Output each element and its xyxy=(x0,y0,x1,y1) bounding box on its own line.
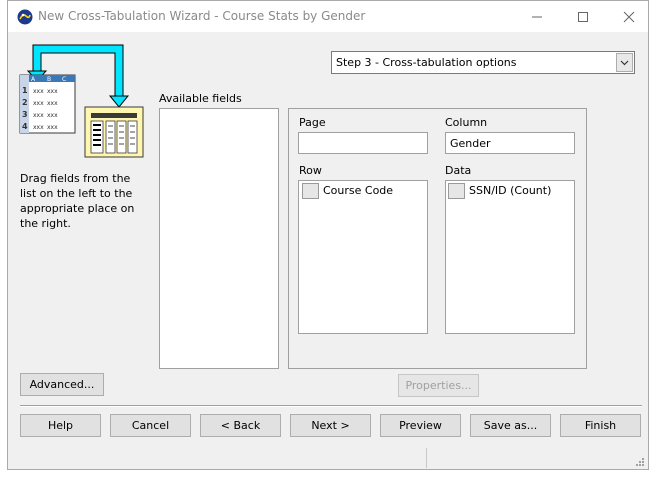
title-bar[interactable]: New Cross-Tabulation Wizard - Course Sta… xyxy=(8,1,648,32)
minimize-icon xyxy=(532,16,542,18)
sheet-col-b: B xyxy=(47,76,51,83)
sheet-col-c: C xyxy=(62,76,66,83)
instructions-text: Drag fields from the list on the left to… xyxy=(20,172,135,230)
svg-text:3: 3 xyxy=(22,110,28,119)
minimize-button[interactable] xyxy=(514,1,560,32)
data-field-label: SSN/ID (Count) xyxy=(469,184,552,197)
svg-text:1: 1 xyxy=(22,86,28,95)
status-bar xyxy=(8,446,648,470)
data-drop-zone[interactable]: SSN/ID (Count) xyxy=(445,180,575,334)
step-selector-dropdown-button[interactable] xyxy=(616,53,633,72)
available-fields-list[interactable] xyxy=(159,108,279,369)
preview-button[interactable]: Preview xyxy=(380,414,461,437)
svg-text:xxx: xxx xyxy=(33,124,44,131)
field-chip-icon xyxy=(302,183,319,199)
wizard-window: New Cross-Tabulation Wizard - Course Sta… xyxy=(7,0,649,470)
status-divider xyxy=(426,448,427,468)
svg-text:2: 2 xyxy=(22,98,28,107)
svg-text:xxx: xxx xyxy=(47,124,58,131)
column-zone-value: Gender xyxy=(450,137,491,150)
maximize-icon xyxy=(578,12,588,22)
cancel-button[interactable]: Cancel xyxy=(110,414,191,437)
svg-text:xxx: xxx xyxy=(47,112,58,119)
row-field-chip[interactable]: Course Code xyxy=(302,183,422,201)
column-drop-zone[interactable]: Gender xyxy=(445,132,575,154)
svg-text:xxx: xxx xyxy=(33,88,44,95)
chevron-down-icon xyxy=(620,60,629,66)
row-field-label: Course Code xyxy=(323,184,394,197)
available-fields-label: Available fields xyxy=(159,92,242,105)
svg-text:xxx: xxx xyxy=(33,112,44,119)
properties-button[interactable]: Properties... xyxy=(398,374,479,397)
separator xyxy=(20,405,642,407)
data-field-chip[interactable]: SSN/ID (Count) xyxy=(448,183,572,201)
resize-grip-icon[interactable] xyxy=(635,457,645,467)
close-button[interactable] xyxy=(606,1,652,32)
data-zone-label: Data xyxy=(445,164,472,177)
page-drop-zone[interactable] xyxy=(298,132,428,154)
maximize-button[interactable] xyxy=(560,1,606,32)
row-zone-label: Row xyxy=(299,164,322,177)
close-icon xyxy=(623,11,635,23)
finish-button[interactable]: Finish xyxy=(560,414,641,437)
row-drop-zone[interactable]: Course Code xyxy=(298,180,428,334)
svg-text:xxx: xxx xyxy=(33,100,44,107)
next-button[interactable]: Next > xyxy=(290,414,371,437)
svg-text:xxx: xxx xyxy=(47,100,58,107)
field-chip-icon xyxy=(448,183,465,199)
step-selector-value: Step 3 - Cross-tabulation options xyxy=(336,56,517,69)
page-zone-label: Page xyxy=(299,116,326,129)
column-zone-label: Column xyxy=(445,116,488,129)
help-button[interactable]: Help xyxy=(20,414,101,437)
advanced-button[interactable]: Advanced... xyxy=(20,373,104,396)
svg-text:4: 4 xyxy=(22,122,28,131)
app-icon xyxy=(17,9,33,25)
crosstab-illustration-icon: A B C 1 2 3 4 xxx xxx xxx xxx xxx xxx xx… xyxy=(19,44,144,158)
back-button[interactable]: < Back xyxy=(200,414,281,437)
step-selector[interactable]: Step 3 - Cross-tabulation options xyxy=(331,51,635,74)
window-title: New Cross-Tabulation Wizard - Course Sta… xyxy=(38,9,366,23)
svg-text:xxx: xxx xyxy=(47,88,58,95)
save-as-button[interactable]: Save as... xyxy=(470,414,551,437)
